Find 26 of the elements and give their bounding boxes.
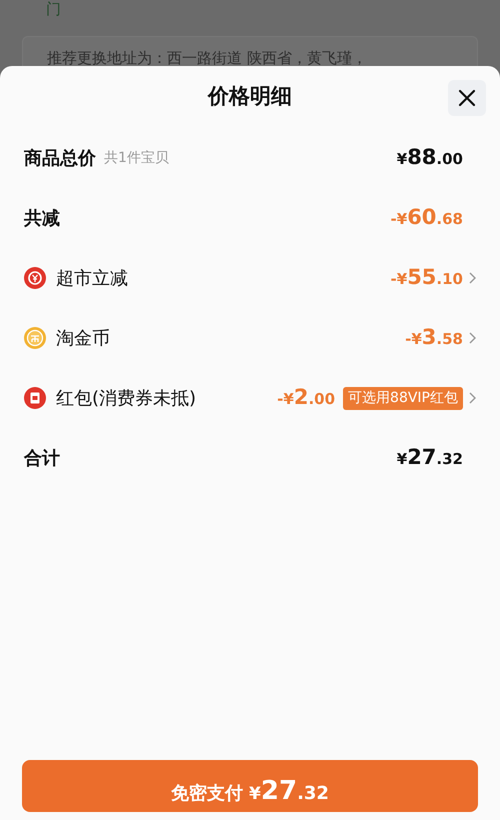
background-text: 门 (46, 0, 61, 20)
item-count: 共1件宝贝 (104, 148, 169, 168)
row-label: 红包(消费券未抵) (56, 386, 196, 410)
row-price: -¥2.00 (277, 384, 336, 412)
row-price: -¥60.68 (390, 204, 463, 232)
close-icon (458, 89, 476, 107)
row-label: 商品总价 (24, 146, 96, 170)
vip-coupon-tag[interactable]: 可选用88VIP红包 (343, 386, 463, 410)
close-button[interactable] (448, 80, 486, 116)
address-hint: 推荐更换地址为：西一路街道 陕西省，黄飞瑾， (47, 49, 367, 67)
row-label: 共减 (24, 206, 60, 230)
row-label: 淘金币 (56, 326, 110, 350)
envelope-icon (24, 387, 46, 409)
row-price: -¥55.10 (390, 264, 463, 292)
chevron-right-icon[interactable] (469, 272, 476, 284)
row-price: ¥27.32 (396, 444, 463, 472)
row-price: -¥3.58 (405, 324, 463, 352)
row-label: 合计 (24, 446, 60, 470)
chevron-right-icon[interactable] (469, 332, 476, 344)
coin-icon (24, 327, 46, 349)
yuan-coupon-icon (24, 267, 46, 289)
pay-button[interactable]: 免密支付 ¥27.32 (22, 760, 478, 812)
row-price: ¥88.00 (396, 144, 463, 172)
sheet-title: 价格明细 (208, 83, 292, 110)
row-label: 超市立减 (56, 266, 128, 290)
chevron-right-icon[interactable] (469, 392, 476, 404)
